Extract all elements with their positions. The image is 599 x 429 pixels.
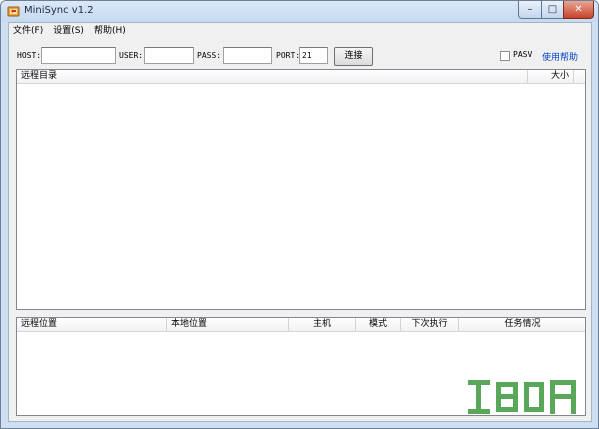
user-input[interactable] (144, 47, 194, 64)
column-local-location[interactable]: 本地位置 (167, 318, 289, 331)
pass-label: PASS: (197, 51, 222, 60)
close-button[interactable]: ✕ (563, 1, 594, 19)
connect-button[interactable]: 连接 (334, 47, 373, 66)
maximize-icon: □ (547, 4, 558, 15)
user-label: USER: (119, 51, 144, 60)
pasv-label: PASV (513, 50, 533, 59)
host-label: HOST: (17, 51, 42, 60)
watermark-logo (468, 380, 576, 414)
app-icon (7, 6, 20, 17)
port-input[interactable]: 21 (299, 47, 328, 64)
remote-directory-list[interactable]: 远程目录 大小 (16, 69, 586, 310)
column-next-run[interactable]: 下次执行 (401, 318, 459, 331)
column-remote-dir[interactable]: 远程目录 (17, 70, 528, 83)
column-remote-location[interactable]: 远程位置 (17, 318, 167, 331)
pasv-checkbox[interactable] (500, 51, 510, 61)
title-bar[interactable]: MiniSync v1.2 – □ ✕ (1, 1, 598, 22)
column-host[interactable]: 主机 (289, 318, 356, 331)
menu-file[interactable]: 文件(F) (9, 23, 48, 40)
task-list-header: 远程位置 本地位置 主机 模式 下次执行 任务情况 (17, 318, 585, 332)
menu-bar: 文件(F) 设置(S) 帮助(H) (9, 23, 591, 40)
client-area: 文件(F) 设置(S) 帮助(H) HOST: USER: PASS: PORT… (8, 22, 592, 422)
close-icon: ✕ (574, 4, 583, 15)
app-window: MiniSync v1.2 – □ ✕ 文件(F) 设置(S) 帮助(H) HO… (0, 0, 599, 429)
remote-list-header: 远程目录 大小 (17, 70, 585, 84)
window-title: MiniSync v1.2 (24, 5, 94, 16)
maximize-button[interactable]: □ (541, 1, 564, 19)
menu-settings[interactable]: 设置(S) (48, 23, 89, 40)
port-label: PORT: (276, 51, 301, 60)
column-size[interactable]: 大小 (528, 70, 574, 83)
minimize-button[interactable]: – (518, 1, 542, 19)
column-task-status[interactable]: 任务情况 (459, 318, 585, 331)
menu-help[interactable]: 帮助(H) (89, 23, 131, 40)
pass-input[interactable] (223, 47, 272, 64)
help-link[interactable]: 使用帮助 (542, 50, 578, 63)
host-input[interactable] (41, 47, 116, 64)
column-mode[interactable]: 模式 (356, 318, 401, 331)
minimize-icon: – (527, 4, 533, 15)
